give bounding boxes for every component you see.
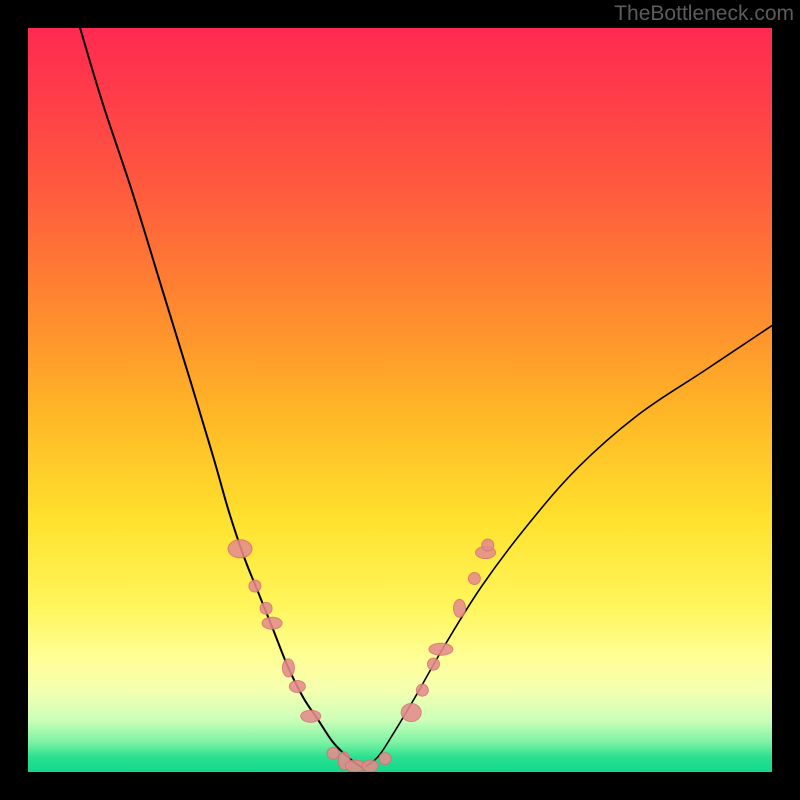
outer-frame: TheBottleneck.com xyxy=(0,0,800,800)
sample-point xyxy=(282,659,294,677)
sample-point xyxy=(401,703,421,721)
sample-point xyxy=(228,540,252,558)
curve-right-branch xyxy=(363,326,772,769)
sample-point xyxy=(482,539,494,551)
sample-point xyxy=(249,580,261,592)
sample-point xyxy=(429,643,453,655)
sample-point xyxy=(289,680,305,692)
sample-point xyxy=(301,710,321,722)
sample-point xyxy=(416,684,428,696)
sample-point xyxy=(262,617,282,629)
sample-point xyxy=(427,658,439,670)
sample-point xyxy=(454,599,466,617)
sample-point xyxy=(379,753,391,765)
sample-point xyxy=(327,747,339,759)
sample-point xyxy=(260,602,272,614)
curve-left-branch xyxy=(80,28,363,768)
sample-point xyxy=(468,573,480,585)
sample-point-markers xyxy=(228,539,496,772)
sample-point xyxy=(362,760,378,772)
watermark-text: TheBottleneck.com xyxy=(614,2,794,26)
chart-svg xyxy=(28,28,772,772)
plot-area xyxy=(28,28,772,772)
